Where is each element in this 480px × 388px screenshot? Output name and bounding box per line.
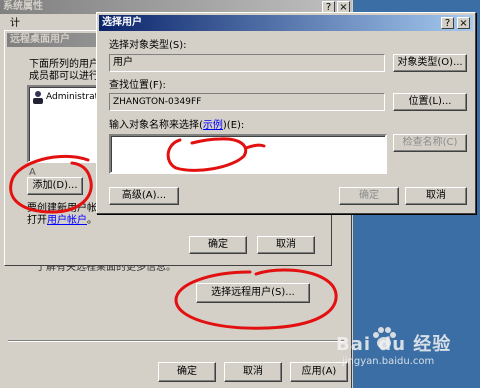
- red-circle-select-remote-users: [174, 268, 338, 330]
- red-circle-add-button: [9, 155, 93, 214]
- baidu-watermark: Bai du 经验 jingyan.baidu.com: [336, 326, 476, 372]
- red-circle-names-input: [166, 137, 266, 172]
- watermark-brand: Bai du 经验: [336, 334, 452, 355]
- watermark-url: jingyan.baidu.com: [342, 356, 435, 367]
